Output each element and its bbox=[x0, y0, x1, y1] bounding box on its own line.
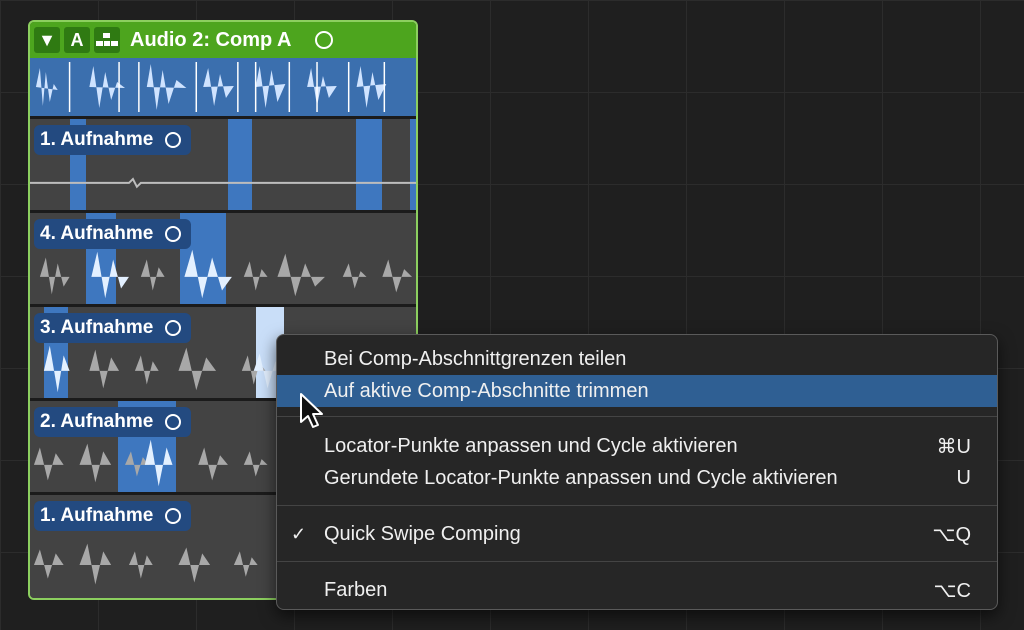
take-label[interactable]: 1. Aufnahme bbox=[34, 125, 192, 155]
menu-separator bbox=[277, 505, 997, 506]
take-label[interactable]: 2. Aufnahme bbox=[34, 407, 192, 437]
menu-item-shortcut: ⌥Q bbox=[932, 523, 971, 546]
disclosure-triangle-button[interactable]: ▼ bbox=[34, 27, 60, 53]
menu-item-label: Locator-Punkte anpassen und Cycle aktivi… bbox=[324, 434, 738, 457]
checkmark-icon: ✓ bbox=[291, 523, 307, 544]
take-lane-1[interactable]: 1. Aufnahme bbox=[30, 116, 416, 210]
menu-item-shortcut: ⌥C bbox=[933, 579, 972, 602]
menu-item-label: Bei Comp-Abschnittgrenzen teilen bbox=[324, 347, 627, 370]
menu-item-trim-to-active-comp-sections[interactable]: Auf aktive Comp-Abschnitte trimmen bbox=[277, 375, 997, 407]
take-name: 1. Aufnahme bbox=[40, 505, 154, 526]
take-hierarchy-button[interactable] bbox=[94, 27, 120, 53]
menu-item-shortcut: ⌘U bbox=[936, 435, 971, 458]
take-hierarchy-icon bbox=[96, 33, 118, 46]
take-name: 4. Aufnahme bbox=[40, 223, 154, 244]
menu-item-label: Auf aktive Comp-Abschnitte trimmen bbox=[324, 379, 649, 402]
take-menu-circle-icon[interactable] bbox=[165, 320, 182, 336]
automation-button[interactable]: A bbox=[64, 27, 90, 53]
menu-item-label: Gerundete Locator-Punkte anpassen und Cy… bbox=[324, 466, 838, 489]
menu-item-label: Quick Swipe Comping bbox=[324, 522, 521, 545]
take-menu-circle-icon[interactable] bbox=[165, 414, 182, 430]
take-menu-circle-icon[interactable] bbox=[165, 132, 182, 148]
take-menu-circle-icon[interactable] bbox=[165, 226, 182, 242]
menu-item-shortcut: U bbox=[956, 466, 971, 489]
take-name: 2. Aufnahme bbox=[40, 411, 154, 432]
menu-item-label: Farben bbox=[324, 578, 388, 601]
take-menu-circle-icon[interactable] bbox=[165, 508, 182, 524]
take-menu-circle-icon[interactable] bbox=[315, 31, 334, 49]
take-name: 1. Aufnahme bbox=[40, 129, 154, 150]
menu-item-quick-swipe-comping[interactable]: ✓ Quick Swipe Comping ⌥Q bbox=[277, 518, 997, 550]
take-label[interactable]: 1. Aufnahme bbox=[34, 501, 192, 531]
take-folder-header: ▼ A Audio 2: Comp A bbox=[30, 22, 416, 58]
comp-waveform bbox=[30, 58, 416, 116]
menu-item-split-at-comp-boundaries[interactable]: Bei Comp-Abschnittgrenzen teilen bbox=[277, 343, 997, 375]
menu-item-set-locators-cycle[interactable]: Locator-Punkte anpassen und Cycle aktivi… bbox=[277, 430, 997, 462]
take-lane-4[interactable]: 4. Aufnahme bbox=[30, 210, 416, 304]
menu-item-colors[interactable]: Farben ⌥C bbox=[277, 574, 997, 606]
menu-separator bbox=[277, 416, 997, 417]
context-menu: Bei Comp-Abschnittgrenzen teilen Auf akt… bbox=[276, 334, 998, 610]
menu-item-set-rounded-locators-cycle[interactable]: Gerundete Locator-Punkte anpassen und Cy… bbox=[277, 462, 997, 494]
take-label[interactable]: 3. Aufnahme bbox=[34, 313, 192, 343]
menu-separator bbox=[277, 561, 997, 562]
take-name: 3. Aufnahme bbox=[40, 317, 154, 338]
comp-title: Audio 2: Comp A bbox=[130, 28, 292, 51]
take-label[interactable]: 4. Aufnahme bbox=[34, 219, 192, 249]
mouse-pointer-icon bbox=[300, 393, 323, 428]
